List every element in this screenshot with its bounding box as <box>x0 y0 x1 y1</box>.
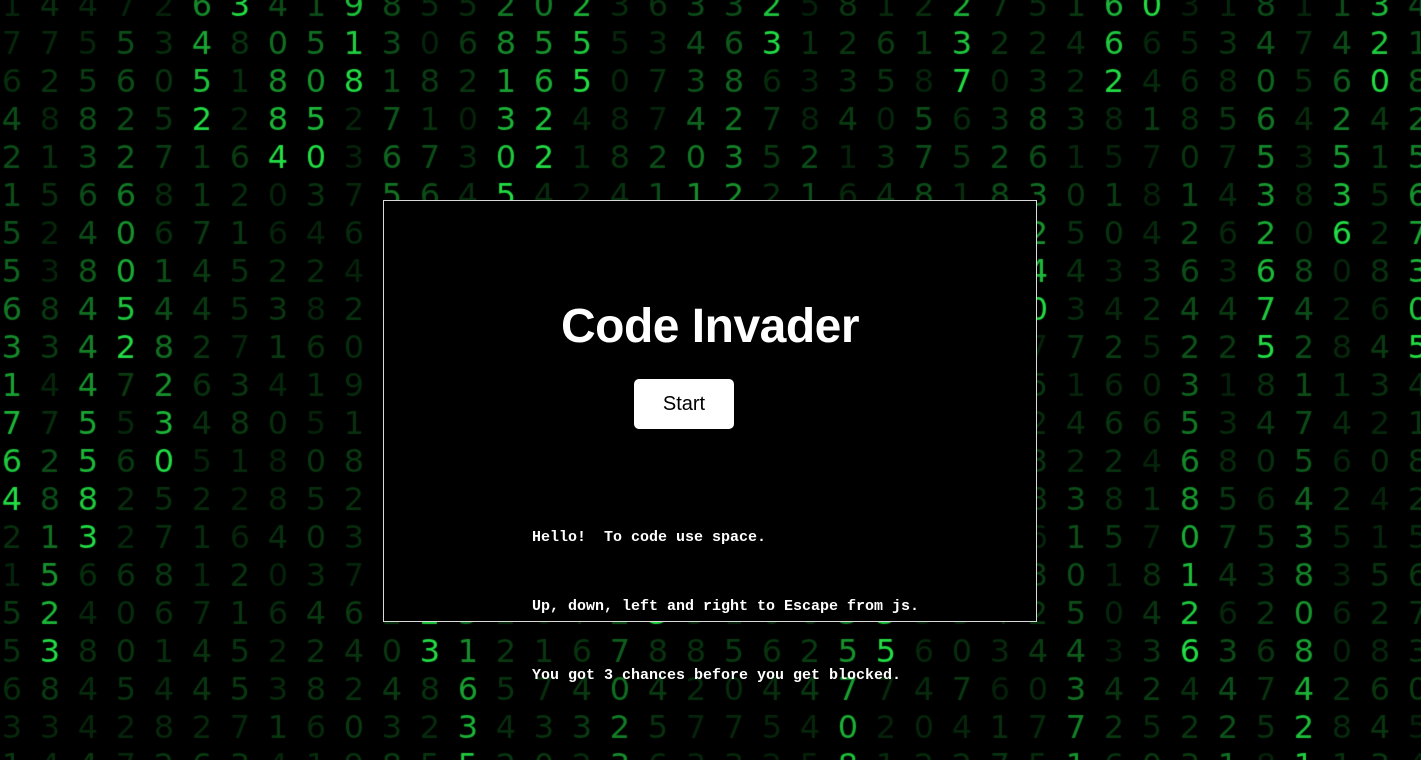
instruction-line: Up, down, left and right to Escape from … <box>532 598 920 615</box>
instructions-text: Hello! To code use space. Up, down, left… <box>532 480 919 733</box>
instruction-line: You got 3 chances before you get blocked… <box>532 667 902 684</box>
instruction-line: Hello! To code use space. <box>532 529 767 546</box>
start-button[interactable]: Start <box>634 379 734 429</box>
game-start-dialog: Code Invader Start Hello! To code use sp… <box>383 200 1037 684</box>
game-title: Code Invader <box>560 300 860 353</box>
